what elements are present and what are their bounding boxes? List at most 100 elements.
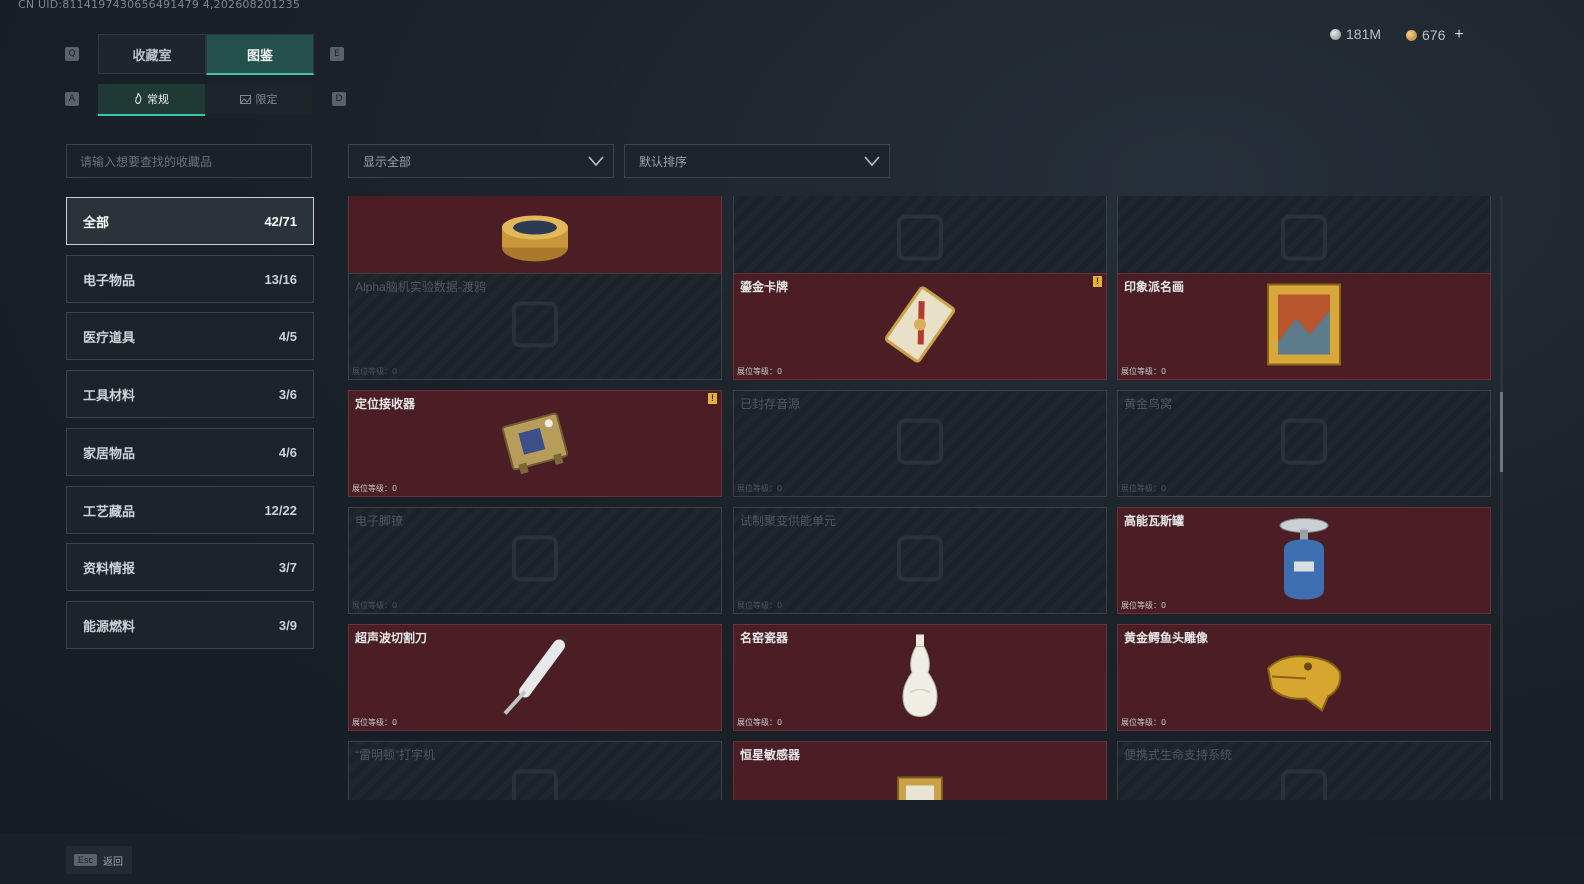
subtab-regular-label: 常规 (147, 94, 169, 106)
category-crafts[interactable]: 工艺藏品 12/22 (66, 486, 314, 534)
collectible-name: 定位接收器 (355, 397, 416, 411)
search-input[interactable]: 请输入想要查找的收藏品 (66, 144, 312, 178)
scrollbar-thumb[interactable] (1500, 392, 1503, 472)
porcelain-vase-icon (898, 632, 942, 723)
silver-coin-icon (1330, 28, 1341, 40)
collectible-name: Alpha脑机实验数据-渡鸦 (355, 280, 486, 294)
ankle-monitor-icon (500, 523, 570, 598)
gps-receiver-icon (493, 401, 577, 486)
sealed-audio-icon (885, 406, 955, 481)
collectible-card[interactable]: 印象派名画 展位等级：0 (1117, 273, 1491, 380)
collectible-card[interactable]: Alpha脑机实验数据-渡鸦 展位等级：0 (348, 273, 722, 380)
display-level: 展位等级：0 (1121, 367, 1167, 376)
collectible-card[interactable]: 鎏金卡牌 展位等级：0! (733, 273, 1107, 380)
category-count: 42/71 (264, 213, 297, 229)
display-level: 展位等级：0 (352, 484, 398, 493)
grid-scrollbar[interactable] (1500, 196, 1503, 800)
category-count: 3/9 (278, 617, 297, 633)
image-icon (239, 94, 251, 104)
collectible-name: 电子脚镣 (355, 514, 404, 528)
collectible-card[interactable]: 恒星敏感器展位等级：0 (733, 741, 1107, 800)
collectible-card[interactable]: “雷明顿”打字机展位等级：0 (348, 741, 722, 800)
subtab-limited[interactable]: 限定 (205, 84, 312, 114)
gold-currency: 676 + (1406, 26, 1464, 44)
back-label: 返回 (103, 856, 124, 868)
golden-crocodile-icon (1262, 638, 1346, 717)
key-hint-e: E (330, 47, 344, 61)
category-electronics[interactable]: 电子物品 13/16 (66, 255, 314, 303)
data-device-icon (500, 289, 570, 364)
tab-collection-room[interactable]: 收藏室 (98, 34, 206, 74)
display-level: 展位等级：0 (737, 484, 783, 493)
collectible-card[interactable]: 名窑瓷器展位等级：0 (733, 624, 1107, 731)
typewriter-icon (500, 757, 570, 800)
display-level: 展位等级：0 (352, 718, 398, 727)
collectible-name: 名窑瓷器 (740, 631, 789, 645)
collectible-name: 黄金鸟窝 (1124, 397, 1173, 411)
collectible-card[interactable]: 便携式生命支持系统展位等级：0 (1117, 741, 1491, 800)
main-tabs: 收藏室 图鉴 (98, 34, 314, 75)
collectible-card[interactable]: 黄金鸟窝展位等级：0 (1117, 390, 1491, 497)
collectible-card[interactable]: 超声波切割刀 展位等级：0 (348, 624, 722, 731)
display-level: 展位等级：0 (1121, 484, 1167, 493)
bottom-bar (0, 834, 1584, 884)
key-hint-a: A (65, 92, 79, 106)
collectible-name: 便携式生命支持系统 (1124, 748, 1233, 762)
collectible-card[interactable]: 试制聚变供能单元 展位等级：0 (733, 507, 1107, 614)
category-all[interactable]: 全部 42/71 (66, 197, 314, 245)
key-hint-q: Q (65, 47, 79, 61)
life-support-icon (1269, 757, 1339, 800)
display-level: 展位等级：0 (737, 718, 783, 727)
collectible-name: 黄金鳄鱼头雕像 (1124, 631, 1209, 645)
category-household[interactable]: 家居物品 4/6 (66, 428, 314, 476)
subtab-limited-label: 限定 (255, 94, 278, 106)
category-energy[interactable]: 能源燃料 3/9 (66, 601, 314, 649)
category-label: 家居物品 (83, 445, 136, 461)
silver-amount: 181M (1346, 26, 1382, 42)
sort-dropdown[interactable]: 默认排序 (624, 144, 890, 178)
back-button[interactable]: Esc 返回 (66, 846, 132, 874)
category-count: 13/16 (264, 271, 297, 287)
collectible-card[interactable]: 高能瓦斯罐 展位等级：0 (1117, 507, 1491, 614)
collectible-name: 鎏金卡牌 (740, 280, 789, 294)
gas-canister-icon (1276, 515, 1332, 606)
key-hint-d: D (332, 92, 346, 106)
collectible-name: “雷明顿”打字机 (355, 748, 435, 762)
new-alert-badge: ! (1093, 276, 1102, 287)
chevron-down-icon (588, 156, 604, 167)
collectible-card[interactable]: 电子脚镣展位等级：0 (348, 507, 722, 614)
locked-item-icon (885, 202, 955, 277)
category-tools[interactable]: 工具材料 3/6 (66, 370, 314, 418)
gilded-card-icon (878, 284, 962, 369)
caviar-tin-icon (498, 209, 572, 270)
tab-codex[interactable]: 图鉴 (206, 34, 314, 75)
category-medical[interactable]: 医疗道具 4/5 (66, 312, 314, 360)
filter-dropdown[interactable]: 显示全部 (348, 144, 614, 178)
flame-icon (135, 93, 142, 104)
category-count: 12/22 (264, 502, 297, 518)
golden-nest-icon (1269, 406, 1339, 481)
player-uid: CN UID:8114197430656491479 4,20260820123… (18, 0, 301, 11)
collectible-card[interactable]: 定位接收器展位等级：0! (348, 390, 722, 497)
category-intel[interactable]: 资料情报 3/7 (66, 543, 314, 591)
locked-item-icon (1269, 202, 1339, 277)
category-label: 资料情报 (83, 560, 136, 576)
category-label: 电子物品 (83, 272, 136, 288)
sort-dropdown-label: 默认排序 (639, 155, 688, 169)
ultrasonic-knife-icon (495, 633, 575, 722)
subtab-regular[interactable]: 常规 (98, 84, 205, 116)
collectible-grid: 展位等级：0展位等级：0展位等级：0Alpha脑机实验数据-渡鸦展位等级：0鎏金… (348, 196, 1494, 800)
collectible-card[interactable]: 黄金鳄鱼头雕像展位等级：0 (1117, 624, 1491, 731)
add-currency-button[interactable]: + (1454, 26, 1463, 44)
sub-tabs: 常规 限定 (98, 84, 312, 116)
category-count: 4/5 (278, 328, 297, 344)
gold-coin-icon (1406, 29, 1417, 41)
esc-key-hint: Esc (74, 854, 98, 866)
category-count: 3/7 (278, 559, 297, 575)
display-level: 展位等级：0 (352, 601, 398, 610)
new-alert-badge: ! (708, 393, 717, 404)
collectible-card[interactable]: 已封存音源 展位等级：0 (733, 390, 1107, 497)
collectible-name: 高能瓦斯罐 (1124, 514, 1185, 528)
silver-currency: 181M (1330, 26, 1381, 42)
display-level: 展位等级：0 (1121, 718, 1167, 727)
